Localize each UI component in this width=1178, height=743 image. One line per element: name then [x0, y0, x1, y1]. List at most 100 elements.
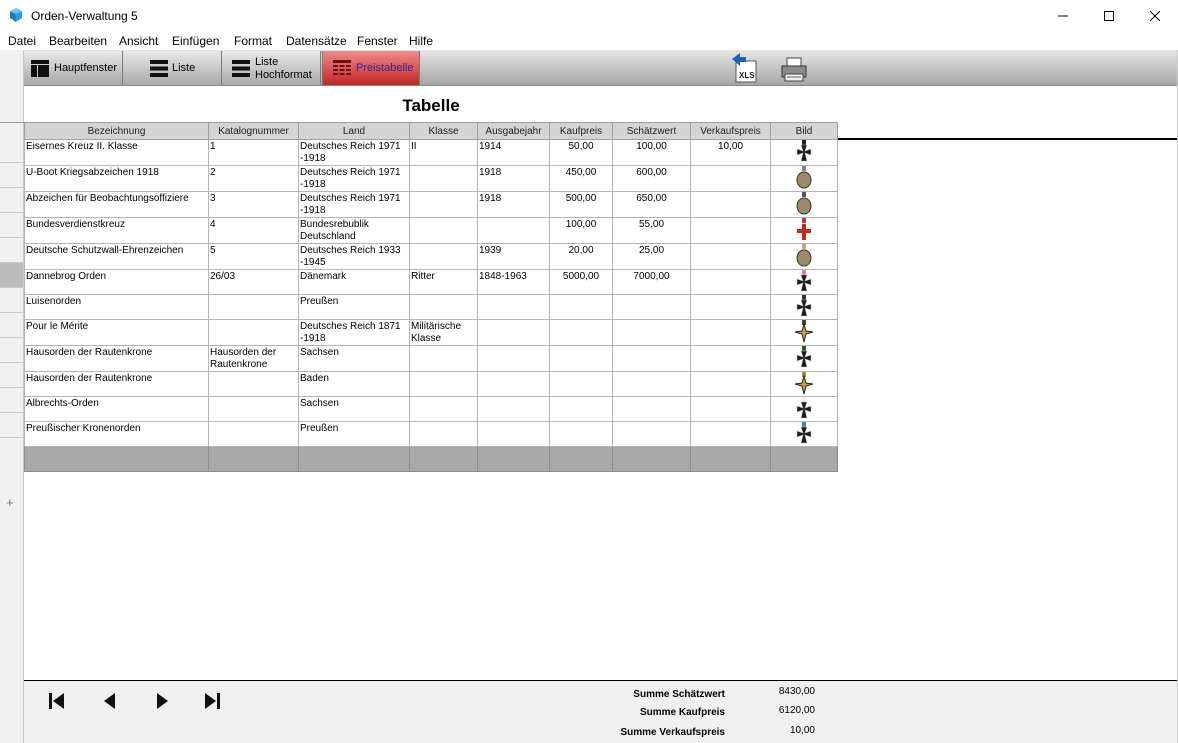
cell-bezeichnung[interactable]: Bundesverdienstkreuz — [24, 217, 209, 244]
col-katalognummer[interactable]: Katalognummer — [208, 122, 299, 140]
cell-ausgabejahr[interactable] — [477, 217, 550, 244]
cell-bild[interactable] — [770, 191, 838, 218]
cell-bezeichnung[interactable]: Preußischer Kronenorden — [24, 421, 209, 447]
table-row[interactable]: Hausorden der Rautenkrone Baden — [24, 371, 838, 397]
cell-bild[interactable] — [770, 345, 838, 372]
col-kaufpreis[interactable]: Kaufpreis — [549, 122, 613, 140]
cell-ausgabejahr[interactable]: 1939 — [477, 243, 550, 270]
cell-klasse[interactable] — [409, 217, 478, 244]
cell-klasse[interactable] — [409, 191, 478, 218]
cell-land[interactable]: Bundesrebublik Deutschland — [298, 217, 410, 244]
cell-verkaufspreis[interactable] — [690, 371, 771, 397]
cell-kaufpreis[interactable] — [549, 319, 613, 346]
cell-land[interactable]: Deutsches Reich 1971 -1918 — [298, 139, 410, 166]
cell-bezeichnung[interactable]: Dannebrog Orden — [24, 269, 209, 295]
cell-bezeichnung[interactable]: Deutsche Schutzwall-Ehrenzeichen — [24, 243, 209, 270]
cell-kaufpreis[interactable]: 500,00 — [549, 191, 613, 218]
cell-klasse[interactable]: Militärische Klasse — [409, 319, 478, 346]
col-verkaufspreis[interactable]: Verkaufspreis — [690, 122, 771, 140]
cell-ausgabejahr[interactable] — [477, 294, 550, 320]
table-row[interactable]: Bundesverdienstkreuz 4 Bundesrebublik Deut… — [24, 217, 838, 244]
cell-schaetzwert[interactable]: 650,00 — [612, 191, 691, 218]
record-marker[interactable] — [0, 138, 23, 163]
record-marker[interactable] — [0, 388, 23, 413]
cell-bezeichnung[interactable]: Hausorden der Rautenkrone — [24, 371, 209, 397]
cell-bild[interactable] — [770, 217, 838, 244]
record-marker[interactable] — [0, 413, 23, 438]
export-xls-button[interactable]: XLS — [730, 53, 758, 83]
cell-verkaufspreis[interactable] — [690, 294, 771, 320]
table-row[interactable]: Hausorden der Rautenkrone Hausorden der R… — [24, 345, 838, 372]
cell-ausgabejahr[interactable]: 1914 — [477, 139, 550, 166]
record-marker[interactable] — [0, 213, 23, 238]
cell-schaetzwert[interactable] — [612, 319, 691, 346]
cell-kaufpreis[interactable]: 50,00 — [549, 139, 613, 166]
new-record-cell[interactable] — [298, 446, 410, 472]
cell-verkaufspreis[interactable] — [690, 243, 771, 270]
cell-kaufpreis[interactable] — [549, 421, 613, 447]
cell-klasse[interactable] — [409, 371, 478, 397]
cell-katalognummer[interactable]: 26/03 — [208, 269, 299, 295]
cell-klasse[interactable] — [409, 243, 478, 270]
cell-bild[interactable] — [770, 396, 838, 422]
cell-bild[interactable] — [770, 294, 838, 320]
cell-schaetzwert[interactable] — [612, 345, 691, 372]
cell-ausgabejahr[interactable] — [477, 371, 550, 397]
col-schaetzwert[interactable]: Schätzwert — [612, 122, 691, 140]
cell-schaetzwert[interactable] — [612, 294, 691, 320]
record-marker[interactable] — [0, 163, 23, 188]
cell-klasse[interactable]: Ritter — [409, 269, 478, 295]
cell-klasse[interactable] — [409, 294, 478, 320]
liste-hochformat-button[interactable]: Liste Hochformat — [223, 51, 321, 85]
cell-verkaufspreis[interactable]: 10,00 — [690, 139, 771, 166]
cell-schaetzwert[interactable]: 600,00 — [612, 165, 691, 192]
cell-kaufpreis[interactable]: 100,00 — [549, 217, 613, 244]
cell-verkaufspreis[interactable] — [690, 217, 771, 244]
cell-schaetzwert[interactable]: 55,00 — [612, 217, 691, 244]
preistabelle-button[interactable]: Preistabelle — [322, 51, 420, 85]
record-marker[interactable] — [0, 363, 23, 388]
table-row[interactable]: Abzeichen für Beobachtungsoffiziere 3 Deut… — [24, 191, 838, 218]
cell-land[interactable]: Baden — [298, 371, 410, 397]
cell-land[interactable]: Sachsen — [298, 345, 410, 372]
table-row[interactable]: Luisenorden Preußen — [24, 294, 838, 320]
cell-katalognummer[interactable]: 5 — [208, 243, 299, 270]
record-marker[interactable] — [0, 338, 23, 363]
table-row[interactable]: Eisernes Kreuz II. Klasse 1 Deutsches Reic… — [24, 139, 838, 166]
cell-bild[interactable] — [770, 421, 838, 447]
cell-kaufpreis[interactable]: 5000,00 — [549, 269, 613, 295]
cell-katalognummer[interactable]: 2 — [208, 165, 299, 192]
record-marker[interactable] — [0, 288, 23, 313]
cell-land[interactable]: Deutsches Reich 1971 -1918 — [298, 191, 410, 218]
menu-bearbeiten[interactable]: Bearbeiten — [49, 34, 107, 48]
cell-bezeichnung[interactable]: Pour le Mérite — [24, 319, 209, 346]
cell-verkaufspreis[interactable] — [690, 421, 771, 447]
cell-bezeichnung[interactable]: Hausorden der Rautenkrone — [24, 345, 209, 372]
new-record-cell[interactable] — [549, 446, 613, 472]
cell-verkaufspreis[interactable] — [690, 396, 771, 422]
close-button[interactable] — [1132, 0, 1178, 32]
cell-ausgabejahr[interactable]: 1918 — [477, 191, 550, 218]
cell-katalognummer[interactable] — [208, 371, 299, 397]
cell-katalognummer[interactable] — [208, 396, 299, 422]
menu-format[interactable]: Format — [234, 34, 272, 48]
new-record-cell[interactable] — [208, 446, 299, 472]
cell-schaetzwert[interactable]: 100,00 — [612, 139, 691, 166]
cell-schaetzwert[interactable] — [612, 371, 691, 397]
cell-klasse[interactable]: II — [409, 139, 478, 166]
cell-bild[interactable] — [770, 165, 838, 192]
cell-ausgabejahr[interactable]: 1848-1963 — [477, 269, 550, 295]
cell-bezeichnung[interactable]: Albrechts-Orden — [24, 396, 209, 422]
cell-katalognummer[interactable] — [208, 421, 299, 447]
new-record-cell[interactable] — [409, 446, 478, 472]
record-marker[interactable] — [0, 188, 23, 213]
cell-land[interactable]: Preußen — [298, 421, 410, 447]
col-ausgabejahr[interactable]: Ausgabejahr — [477, 122, 550, 140]
cell-schaetzwert[interactable] — [612, 396, 691, 422]
cell-bild[interactable] — [770, 243, 838, 270]
col-klasse[interactable]: Klasse — [409, 122, 478, 140]
cell-verkaufspreis[interactable] — [690, 165, 771, 192]
cell-katalognummer[interactable]: 4 — [208, 217, 299, 244]
cell-klasse[interactable] — [409, 165, 478, 192]
cell-kaufpreis[interactable]: 20,00 — [549, 243, 613, 270]
